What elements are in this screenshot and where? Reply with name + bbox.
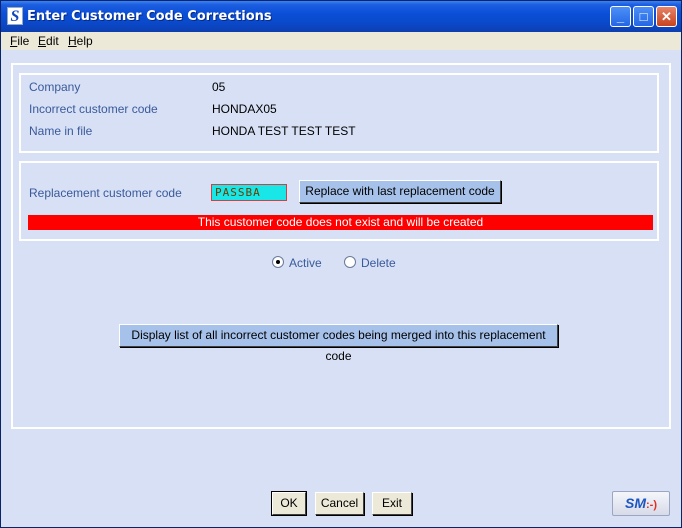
name-in-file-value: HONDA TEST TEST TEST — [212, 124, 356, 138]
app-window: S Enter Customer Code Corrections _ □ ✕ … — [0, 0, 682, 528]
name-in-file-label: Name in file — [29, 124, 93, 138]
ok-button[interactable]: OK — [271, 491, 307, 516]
title-bar[interactable]: S Enter Customer Code Corrections _ □ ✕ — [1, 1, 681, 32]
sm-logo-button[interactable]: SM:-) — [612, 491, 670, 516]
incorrect-code-value: HONDAX05 — [212, 102, 277, 116]
company-label: Company — [29, 80, 81, 94]
display-merged-codes-button[interactable]: Display list of all incorrect customer c… — [119, 324, 558, 363]
smiley-icon: :-) — [646, 499, 657, 511]
replace-with-last-button[interactable]: Replace with last replacement code — [299, 180, 501, 203]
menu-edit[interactable]: Edit — [38, 34, 59, 48]
delete-radio[interactable] — [344, 256, 356, 268]
active-radio-label[interactable]: Active — [289, 256, 322, 270]
window-title: Enter Customer Code Corrections — [27, 9, 272, 24]
incorrect-code-label: Incorrect customer code — [29, 102, 158, 116]
menu-bar: File Edit Help — [1, 32, 681, 50]
menu-help[interactable]: Help — [68, 34, 93, 48]
replacement-code-input[interactable]: PASSBA — [211, 184, 287, 201]
minimize-button[interactable]: _ — [610, 6, 631, 27]
error-message-bar: This customer code does not exist and wi… — [28, 215, 653, 230]
cancel-button[interactable]: Cancel — [315, 492, 364, 515]
active-radio[interactable] — [272, 256, 284, 268]
exit-button[interactable]: Exit — [372, 492, 412, 515]
close-button[interactable]: ✕ — [656, 6, 677, 27]
menu-file[interactable]: File — [10, 34, 29, 48]
replacement-code-label: Replacement customer code — [29, 186, 182, 200]
sm-logo-text: SM — [625, 495, 646, 511]
maximize-button[interactable]: □ — [633, 6, 654, 27]
app-icon[interactable]: S — [7, 7, 23, 25]
company-value: 05 — [212, 80, 226, 94]
delete-radio-label[interactable]: Delete — [361, 256, 396, 270]
